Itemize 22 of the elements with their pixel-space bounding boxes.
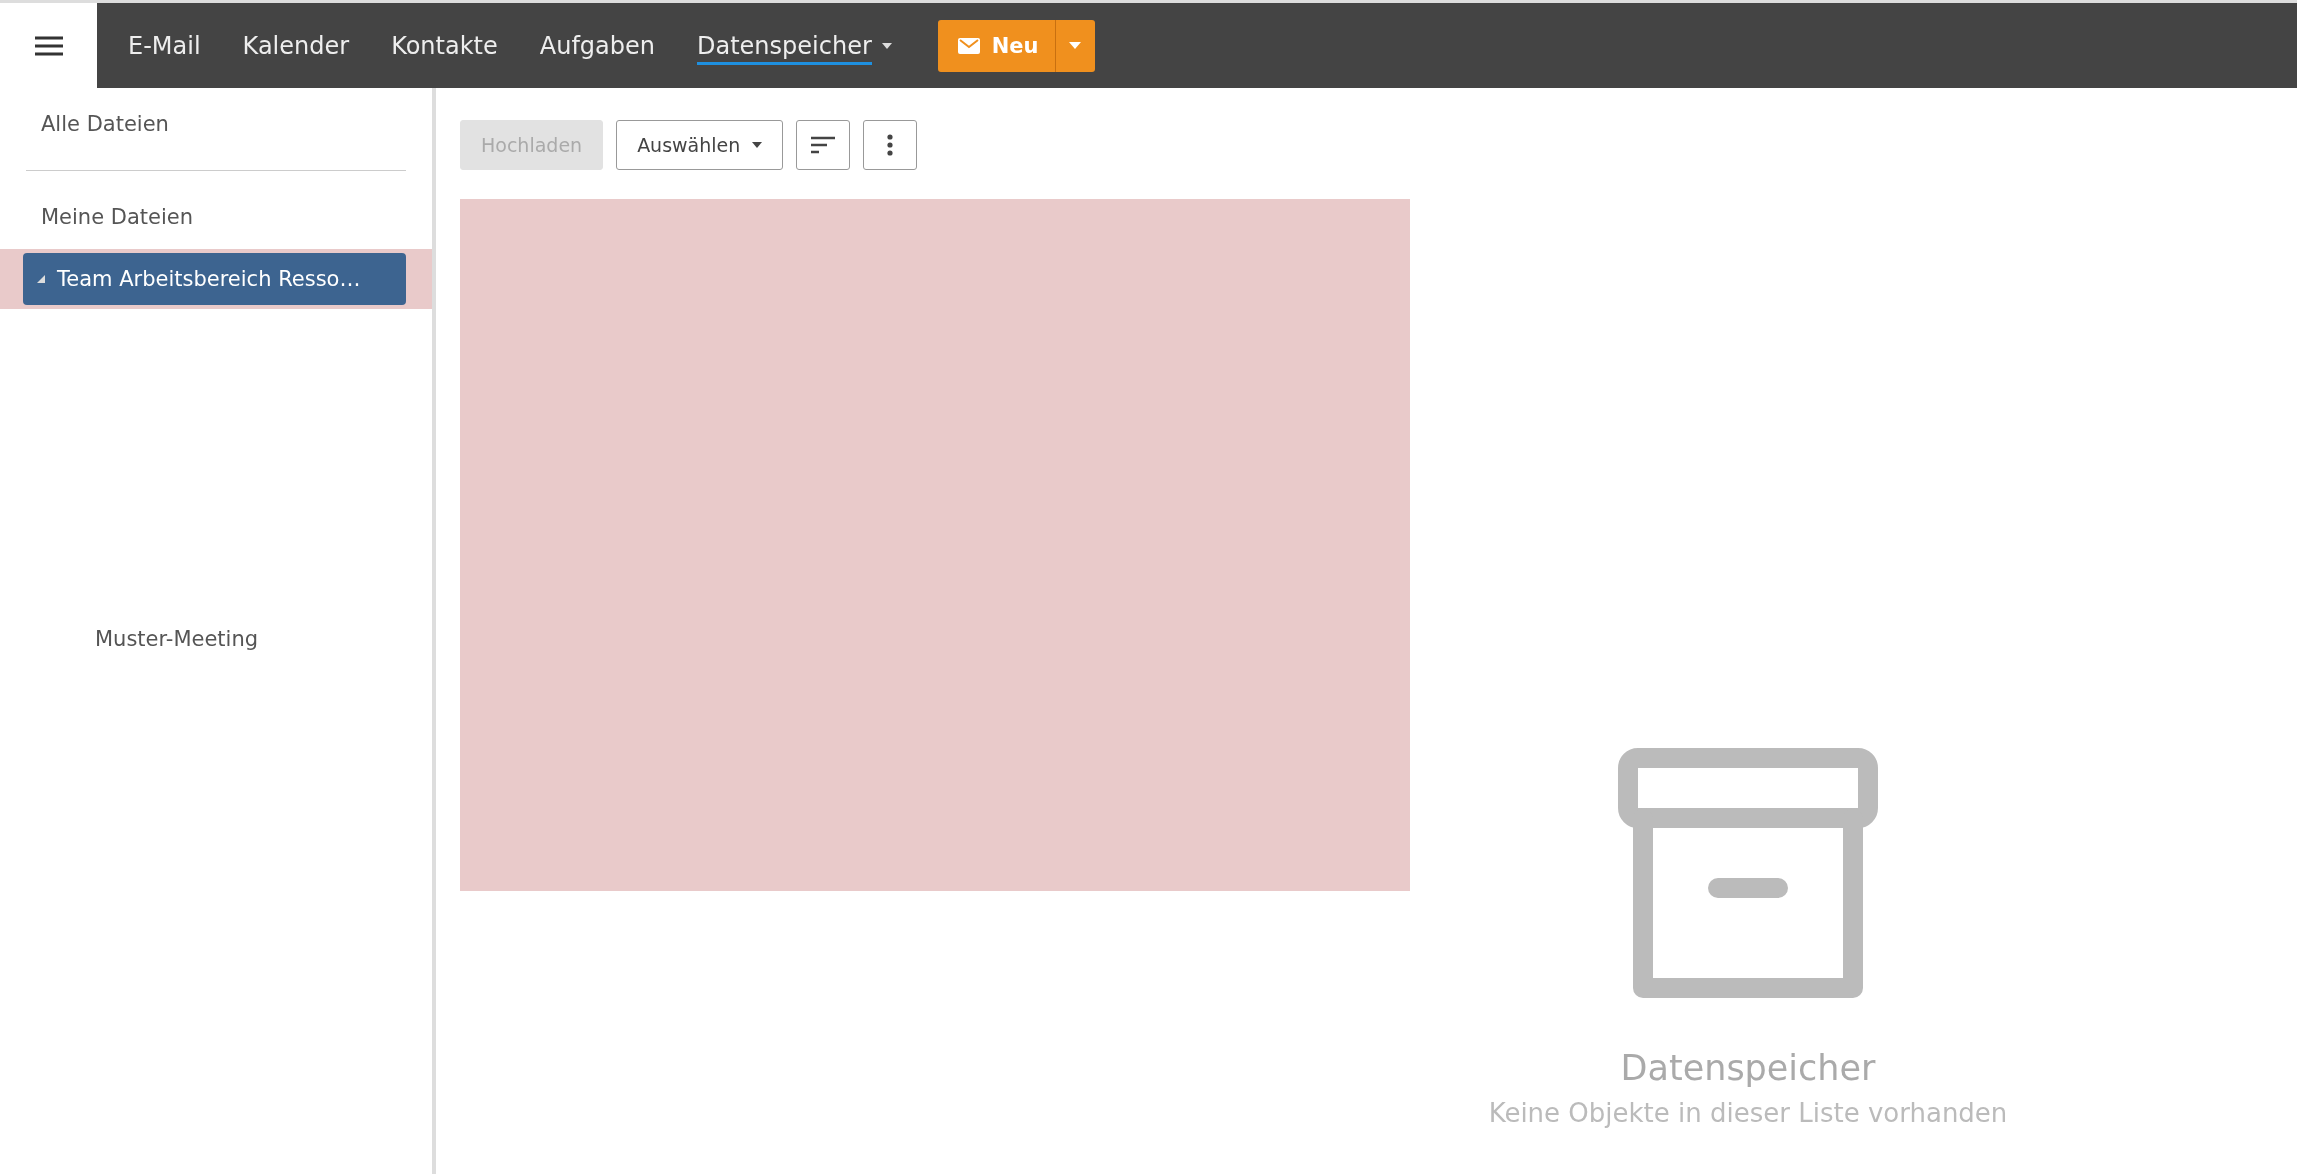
empty-state-title: Datenspeicher <box>1620 1048 1876 1088</box>
sidebar-item[interactable]: Meine Dateien <box>0 191 432 243</box>
nav-tab[interactable]: Kalender <box>221 26 371 65</box>
tree-item[interactable]: Team Arbeitsbereich Resso… <box>23 253 406 305</box>
nav-tab[interactable]: Kontakte <box>370 26 519 65</box>
sort-icon <box>811 136 836 154</box>
empty-state-message: Keine Objekte in dieser Liste vorhanden <box>1488 1098 2008 1128</box>
sidebar-item[interactable]: Alle Dateien <box>0 98 432 150</box>
mail-icon <box>957 37 980 54</box>
nav-tab[interactable]: Aufgaben <box>518 26 676 65</box>
tree-item[interactable]: Muster-Meeting <box>0 619 432 659</box>
sort-button[interactable] <box>796 120 851 170</box>
caret-icon <box>1069 42 1082 49</box>
select-dropdown[interactable]: Auswählen <box>616 120 784 170</box>
caret-icon <box>881 42 892 49</box>
caret-icon <box>752 142 763 148</box>
more-icon <box>887 134 894 156</box>
nav-tab[interactable]: Datenspeicher <box>676 26 913 65</box>
more-button[interactable] <box>863 120 918 170</box>
expanded-icon[interactable] <box>37 275 45 283</box>
nav-tab[interactable]: E-Mail <box>107 26 222 65</box>
menu-icon[interactable] <box>34 35 63 56</box>
